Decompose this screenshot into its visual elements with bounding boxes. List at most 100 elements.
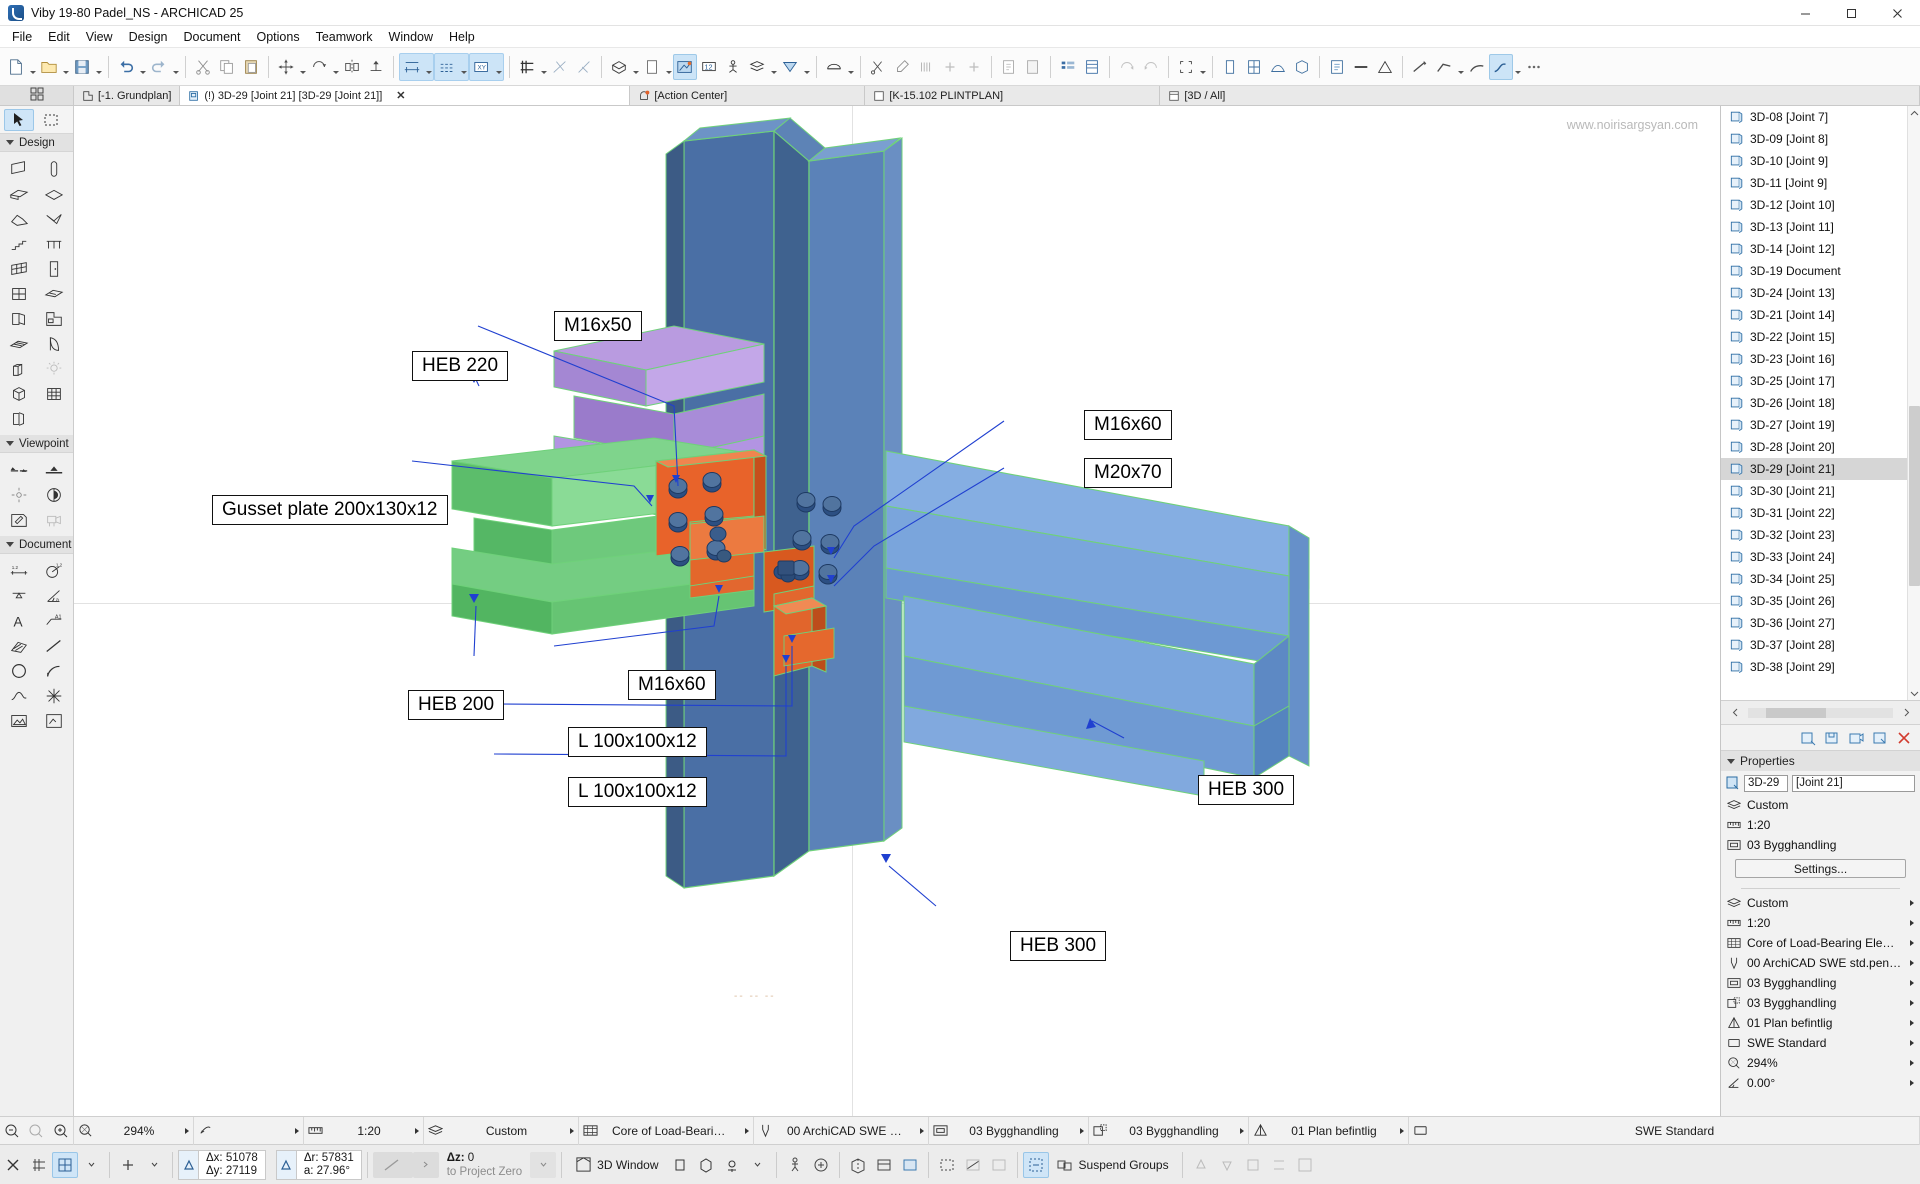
tab-action-center[interactable]: [Action Center] <box>630 86 866 105</box>
3d-window-dropdown[interactable] <box>631 54 640 80</box>
redo-dropdown[interactable] <box>171 54 180 80</box>
text-icon[interactable]: A <box>2 608 37 633</box>
wall-tool-icon[interactable] <box>1218 54 1242 80</box>
view-name-field[interactable]: [Joint 21] <box>1792 774 1915 792</box>
walk-mode-icon[interactable] <box>782 1152 808 1178</box>
tab-3d-29-joint-21[interactable]: (!) 3D-29 [Joint 21] [3D-29 [Joint 21]] … <box>180 86 631 105</box>
list-view-icon[interactable] <box>1056 54 1080 80</box>
status-penset-cell[interactable]: 00 ArchiCAD SWE std.p... <box>754 1116 929 1145</box>
rotate-dropdown[interactable] <box>331 54 340 80</box>
paste-icon[interactable] <box>239 54 263 80</box>
teamwork-receive-icon[interactable] <box>1139 54 1163 80</box>
xy-coordinate-icon[interactable]: XY <box>470 54 494 80</box>
document-dropdown[interactable] <box>664 54 673 80</box>
navigator-item[interactable]: 3D-27 [Joint 19] <box>1721 414 1920 436</box>
mesh-icon[interactable] <box>2 331 37 356</box>
chevron-right-icon[interactable] <box>1910 940 1914 946</box>
undo-dropdown[interactable] <box>138 54 147 80</box>
chevron-right-icon[interactable] <box>1910 1080 1914 1086</box>
xy-coordinate-dropdown[interactable] <box>494 54 503 80</box>
hscrollbar-thumb[interactable] <box>1766 707 1826 718</box>
shell-icon[interactable] <box>37 206 72 231</box>
figure-icon[interactable] <box>2 708 37 733</box>
menu-document[interactable]: Document <box>176 27 249 47</box>
model-view-dropdown[interactable] <box>802 54 811 80</box>
status-zoom-cell[interactable]: 294% <box>74 1116 194 1145</box>
navigator-item[interactable]: 3D-31 [Joint 22] <box>1721 502 1920 524</box>
property-row[interactable]: Custom <box>1721 893 1920 913</box>
grid-snap-dropdown[interactable] <box>539 54 548 80</box>
level-dimension-icon[interactable] <box>435 54 459 80</box>
split-icon[interactable] <box>572 54 596 80</box>
stair-icon[interactable] <box>2 231 37 256</box>
annotation-label[interactable]: HEB 200 <box>408 690 505 720</box>
chevron-right-icon[interactable] <box>1910 900 1914 906</box>
drag-dropdown[interactable] <box>298 54 307 80</box>
grid-element-icon[interactable] <box>37 381 72 406</box>
navigator-item[interactable]: 3D-34 [Joint 25] <box>1721 568 1920 590</box>
prop-quick-penset[interactable]: 03 Bygghandling <box>1721 835 1920 855</box>
chevron-right-icon[interactable] <box>1910 1000 1914 1006</box>
status-dimension-cell[interactable]: SWE Standard <box>1409 1116 1920 1145</box>
scroll-down-icon[interactable] <box>1908 686 1920 700</box>
marquee-icon[interactable] <box>36 109 66 131</box>
status-layer-cell[interactable]: Custom <box>424 1116 579 1145</box>
interior-elevation-icon[interactable] <box>2 482 37 507</box>
level-dimension-dropdown[interactable] <box>459 54 468 80</box>
chevron-right-icon[interactable] <box>1910 980 1914 986</box>
menu-view[interactable]: View <box>78 27 121 47</box>
tab-3d-all[interactable]: [3D / All] <box>1160 86 1920 105</box>
dimension-dropdown[interactable] <box>424 54 433 80</box>
wall-end-icon[interactable] <box>2 306 37 331</box>
zoom-in-icon[interactable] <box>51 1121 71 1141</box>
pen-list-icon[interactable] <box>914 54 938 80</box>
3d-hotlink-icon[interactable] <box>986 1152 1012 1178</box>
new-project-icon[interactable] <box>4 54 28 80</box>
navigator-item[interactable]: 3D-37 [Joint 28] <box>1721 634 1920 656</box>
eyedropper-icon[interactable] <box>890 54 914 80</box>
navigator-item[interactable]: 3D-21 [Joint 14] <box>1721 304 1920 326</box>
navigator-item[interactable]: 3D-12 [Joint 10] <box>1721 194 1920 216</box>
polyline-icon[interactable] <box>1432 54 1456 80</box>
navigator-item[interactable]: 3D-14 [Joint 12] <box>1721 238 1920 260</box>
navigator-item[interactable]: 3D-33 [Joint 24] <box>1721 546 1920 568</box>
spline-icon[interactable] <box>2 683 37 708</box>
explore-mode-icon[interactable] <box>808 1152 834 1178</box>
camera-icon[interactable] <box>37 507 72 532</box>
slab-icon[interactable] <box>37 181 72 206</box>
sun-settings-icon[interactable] <box>719 1152 745 1178</box>
coord-close-icon[interactable] <box>0 1152 26 1178</box>
distribute-icon[interactable] <box>1266 1152 1292 1178</box>
chevron-right-icon[interactable] <box>1910 920 1914 926</box>
hscroll-left-icon[interactable] <box>1725 704 1745 722</box>
navigator-item[interactable]: 3D-26 [Joint 18] <box>1721 392 1920 414</box>
marquee-depth-icon[interactable] <box>934 1152 960 1178</box>
3d-window-icon[interactable] <box>607 54 631 80</box>
partial-structure-icon[interactable] <box>822 54 846 80</box>
3d-style-icon[interactable] <box>871 1152 897 1178</box>
align-bottom-icon[interactable] <box>1240 1152 1266 1178</box>
fit-window-icon[interactable] <box>1292 1152 1318 1178</box>
navigator-item[interactable]: 3D-32 [Joint 23] <box>1721 524 1920 546</box>
3d-cutting-planes-icon[interactable] <box>960 1152 986 1178</box>
view-id-field[interactable]: 3D-29 <box>1744 774 1788 792</box>
scissors-icon[interactable] <box>866 54 890 80</box>
3d-window-button[interactable]: 3D Window <box>567 1152 666 1178</box>
chevron-right-icon[interactable] <box>1910 1020 1914 1026</box>
open-project-icon[interactable] <box>37 54 61 80</box>
3d-object-icon[interactable] <box>2 381 37 406</box>
schedule-icon[interactable] <box>1080 54 1104 80</box>
suspend-groups-icon[interactable] <box>1022 1151 1049 1178</box>
annotation-label[interactable]: HEB 300 <box>1198 775 1295 805</box>
radial-dimension-icon[interactable]: 1.2 <box>37 558 72 583</box>
navigator-hscrollbar[interactable] <box>1748 707 1893 718</box>
copy-attr-icon[interactable] <box>997 54 1021 80</box>
save-project-dropdown[interactable] <box>94 54 103 80</box>
property-row[interactable]: 03 Bygghandling <box>1721 973 1920 993</box>
element-info-icon[interactable] <box>1325 54 1349 80</box>
delete-icon[interactable] <box>1894 728 1914 748</box>
tab-grundplan[interactable]: [-1. Grundplan] <box>74 86 181 105</box>
navigator-item[interactable]: 3D-24 [Joint 13] <box>1721 282 1920 304</box>
navigator-item[interactable]: 3D-08 [Joint 7] <box>1721 106 1920 128</box>
navigator-item[interactable]: 3D-10 [Joint 9] <box>1721 150 1920 172</box>
